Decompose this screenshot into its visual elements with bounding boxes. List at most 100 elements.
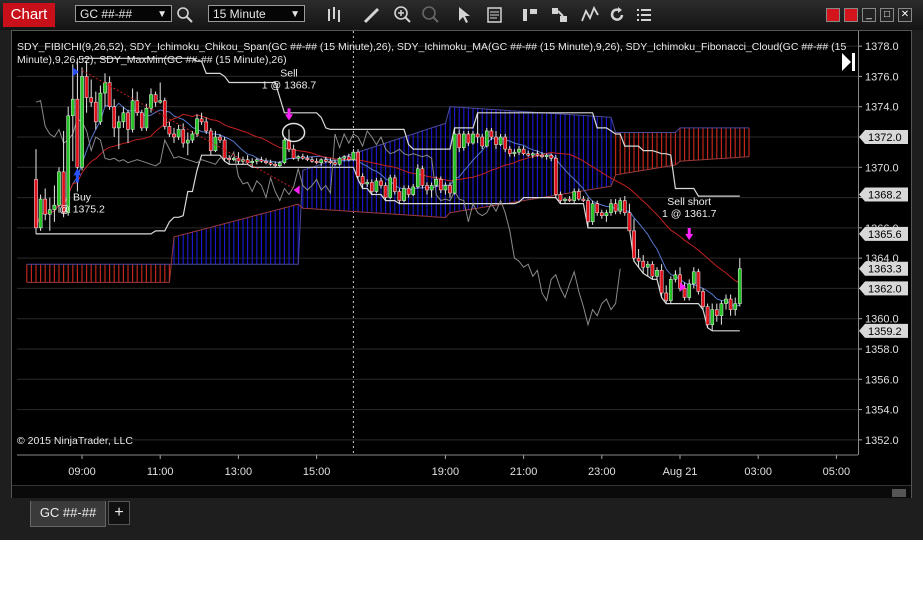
scroll-to-end-icon[interactable] — [840, 51, 856, 73]
candle-body — [273, 164, 278, 167]
x-tick-label: 19:00 — [432, 466, 460, 478]
x-tick-label: Aug 21 — [663, 466, 698, 478]
tab-gc[interactable]: GC ##-## — [30, 501, 106, 527]
zoom-in-icon[interactable] — [393, 5, 413, 25]
candle-body — [466, 133, 471, 144]
candle-body — [507, 148, 512, 154]
indicator-icon[interactable] — [580, 5, 600, 25]
candle-body — [668, 279, 673, 301]
candle-body — [277, 162, 282, 167]
candle-body — [517, 148, 521, 153]
instrument-selector[interactable]: GC ##-## ▼ — [75, 5, 172, 22]
candle-body — [369, 182, 374, 192]
sell-arrow-icon — [285, 108, 293, 121]
candle-body — [66, 115, 71, 213]
candle-body — [512, 151, 517, 154]
axis-divider — [858, 31, 859, 455]
candle-body — [429, 185, 434, 191]
close-icon[interactable]: ✕ — [898, 8, 912, 22]
candle-body — [452, 133, 457, 194]
candle-body — [581, 198, 586, 201]
candle-body — [103, 82, 107, 94]
candle-body — [342, 156, 347, 159]
trade-price-label: 1 @ 1361.7 — [662, 208, 717, 220]
candle-body — [392, 177, 397, 192]
x-tick-label: 21:00 — [510, 466, 538, 478]
indicator-legend: SDY_FIBICHI(9,26,52), SDY_Ichimoku_Chiko… — [17, 41, 847, 66]
search-icon[interactable] — [175, 5, 195, 25]
candle-body — [397, 191, 402, 201]
candle-body — [498, 136, 503, 145]
y-tick-label: 1352.0 — [865, 435, 899, 447]
candle-body — [540, 154, 544, 157]
price-tag-label: 1363.3 — [868, 264, 902, 276]
candle-body — [43, 198, 48, 215]
candle-body — [489, 130, 494, 138]
sell-short-arrow-icon — [685, 227, 694, 240]
candle-body — [208, 130, 213, 151]
price-tag-label: 1368.2 — [868, 190, 902, 202]
trade-label: Buy — [73, 192, 92, 204]
candle-body — [576, 191, 581, 200]
candle-body — [645, 263, 650, 268]
properties-icon[interactable] — [485, 5, 505, 25]
candle-body — [728, 298, 733, 310]
candle-body — [641, 260, 646, 268]
candle-body — [622, 200, 627, 213]
candle-body — [599, 212, 604, 216]
pencil-icon[interactable] — [362, 5, 382, 25]
strategy-icon[interactable] — [520, 5, 540, 25]
add-tab-button[interactable]: + — [108, 501, 130, 525]
candle-body — [70, 98, 75, 117]
order-icon[interactable] — [550, 5, 570, 25]
candle-body — [231, 157, 236, 160]
maximize-icon[interactable]: □ — [880, 8, 894, 22]
candle-body — [185, 139, 190, 144]
x-tick-label: 15:00 — [303, 466, 331, 478]
candle-body — [254, 159, 259, 162]
instrument-value: GC ##-## — [80, 7, 133, 21]
y-tick-label: 1374.0 — [865, 102, 899, 114]
chart-window: Chart GC ##-## ▼ 15 Minute ▼ _ □ ✕ Buy @… — [0, 0, 923, 540]
reload-icon[interactable] — [607, 5, 627, 25]
link-red-icon[interactable] — [844, 8, 858, 22]
candle-body — [121, 112, 126, 123]
zoom-out-icon[interactable] — [421, 5, 441, 25]
bar-chart-icon[interactable] — [325, 5, 345, 25]
minimize-icon[interactable]: _ — [862, 8, 876, 22]
candle-body — [475, 133, 480, 138]
y-axis: 1352.01354.01356.01358.01360.01362.01364… — [858, 41, 908, 447]
trade-label: Sell — [280, 67, 298, 79]
list-icon[interactable] — [634, 5, 654, 25]
candle-body — [650, 263, 655, 277]
link-red-icon[interactable] — [826, 8, 840, 22]
copyright-text: © 2015 NinjaTrader, LLC — [17, 435, 133, 447]
candle-body — [471, 133, 475, 144]
candle-body — [701, 291, 705, 307]
candle-body — [724, 298, 728, 304]
candle-body — [448, 185, 452, 194]
candle-body — [696, 271, 701, 292]
candle-body — [558, 194, 563, 201]
candle-body — [434, 179, 439, 186]
candle-body — [420, 168, 425, 186]
toolbar: Chart GC ##-## ▼ 15 Minute ▼ _ □ ✕ — [0, 0, 923, 30]
price-chart[interactable]: Buy@ 1375.2 Sell1 @ 1368.7 Sell short1 @ 1… — [12, 31, 911, 485]
chevron-down-icon: ▼ — [157, 9, 167, 20]
candle-body — [153, 94, 158, 103]
candle-body — [572, 191, 577, 201]
candle-body — [116, 121, 121, 129]
y-tick-label: 1378.0 — [865, 41, 899, 53]
candle-body — [595, 203, 600, 213]
pointer-icon[interactable] — [454, 5, 474, 25]
timeframe-selector[interactable]: 15 Minute ▼ — [208, 5, 305, 22]
app-title[interactable]: Chart — [3, 3, 55, 27]
gridlines — [17, 31, 858, 455]
x-tick-label: 05:00 — [823, 466, 851, 478]
candle-body — [213, 136, 218, 151]
candle-body — [360, 176, 365, 185]
candle-body — [167, 126, 172, 135]
candle-body — [282, 139, 287, 163]
horizontal-scrollbar[interactable] — [12, 485, 911, 498]
chart-panel[interactable]: Buy @ 1375.2 Sell 1 @ 1368.7 Sell short 1 @ 1… — [11, 30, 912, 498]
